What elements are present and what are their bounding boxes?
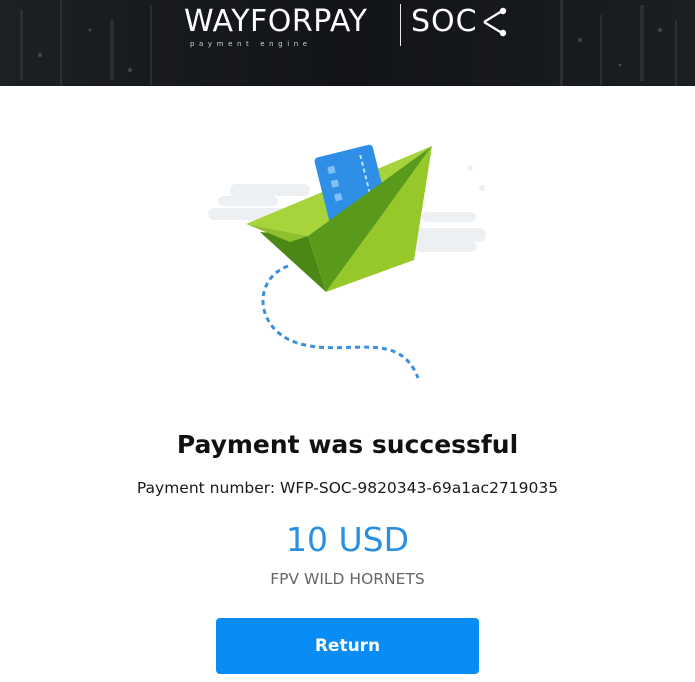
payment-amount: 10 USD — [286, 520, 409, 559]
wayforpay-tagline: payment engine — [190, 40, 312, 48]
paper-plane-with-card-icon — [208, 144, 486, 379]
share-icon — [480, 6, 510, 43]
payment-number: Payment number: WFP-SOC-9820343-69a1ac27… — [136, 479, 559, 497]
soc-logo: SOC — [411, 4, 510, 43]
soc-wordmark: SOC — [411, 4, 478, 39]
logo-divider — [400, 4, 401, 46]
brand-logo: WAYFORPAY payment engine SOC — [184, 4, 510, 52]
wayforpay-logo: WAYFORPAY payment engine — [184, 4, 398, 52]
return-button[interactable]: Return — [216, 618, 479, 674]
merchant-name: FPV WILD HORNETS — [270, 570, 425, 588]
page-title: Payment was successful — [176, 430, 519, 459]
payment-success-page: WAYFORPAY payment engine SOC Payment was… — [0, 0, 695, 682]
wayforpay-wordmark: WAYFORPAY — [184, 4, 368, 39]
header-banner: WAYFORPAY payment engine SOC — [0, 0, 695, 86]
